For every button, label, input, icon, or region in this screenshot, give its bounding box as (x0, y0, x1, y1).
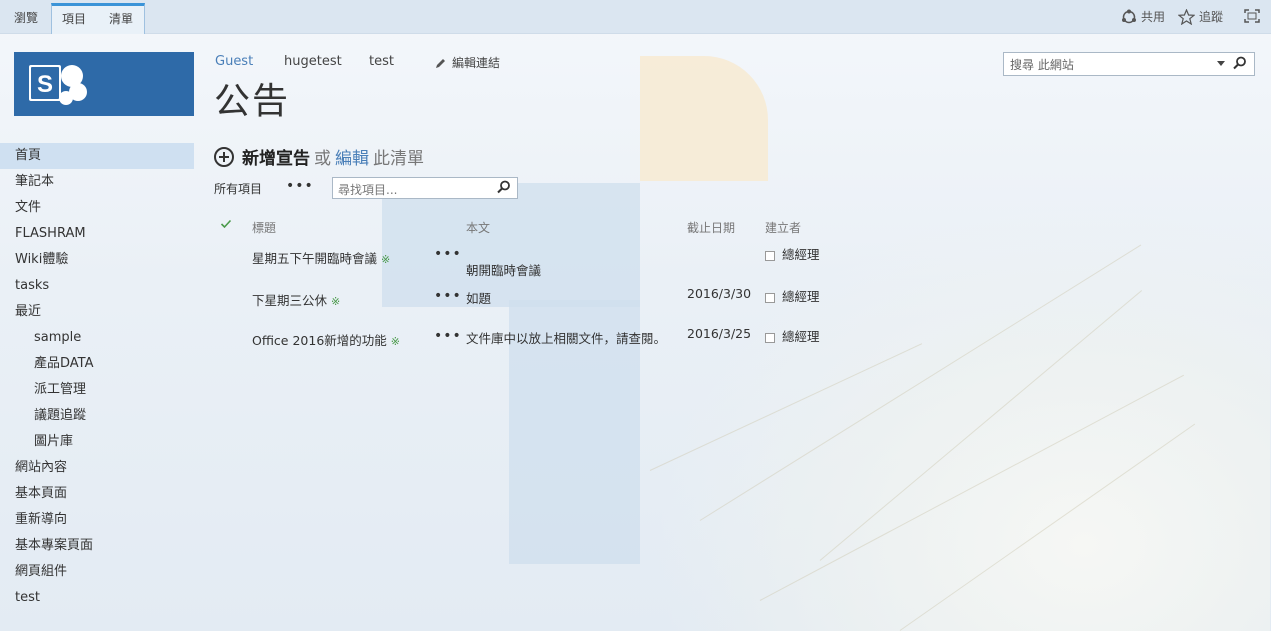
item-expires: 2016/3/30 (687, 286, 752, 301)
created-by-name: 總經理 (782, 329, 820, 344)
item-body: 文件庫中以放上相關文件，請查閱。 (466, 331, 667, 346)
sidebar-item[interactable]: 圖片庫 (0, 429, 194, 455)
suite-bar: 瀏覽 項目 清單 共用 追蹤 (0, 0, 1271, 34)
share-label: 共用 (1141, 10, 1166, 24)
item-title-text: Office 2016新增的功能 (252, 333, 387, 348)
svg-text:S: S (37, 71, 53, 98)
item-created-by[interactable]: 總經理 (765, 326, 820, 345)
sidebar-item[interactable]: 筆記本 (0, 169, 194, 195)
item-title-text: 下星期三公休 (252, 293, 328, 308)
select-all-check-icon[interactable] (220, 218, 232, 230)
item-body: 朝開臨時會議 (466, 263, 542, 278)
tab-items[interactable]: 項目 (52, 4, 96, 33)
this-list-text: 此清單 (373, 149, 424, 169)
sidebar-item[interactable]: FLASHRAM (0, 221, 194, 247)
item-expires: 2016/3/25 (687, 326, 752, 341)
item-title-text: 星期五下午開臨時會議 (252, 251, 378, 266)
view-more-button[interactable]: ••• (286, 178, 314, 194)
sidebar-item[interactable]: 網站內容 (0, 455, 194, 481)
view-all-items[interactable]: 所有項目 (214, 180, 262, 197)
column-header-title[interactable]: 標題 (252, 219, 276, 236)
new-announcement-link[interactable]: 新增宣告 (242, 144, 310, 169)
breadcrumb-guest[interactable]: Guest (215, 54, 253, 69)
item-title-link[interactable]: 下星期三公休 ※ (252, 290, 340, 309)
fullscreen-icon (1244, 9, 1260, 23)
item-title-link[interactable]: Office 2016新增的功能 ※ (252, 330, 400, 349)
item-menu-button[interactable]: ••• (434, 288, 462, 304)
follow-label: 追蹤 (1199, 10, 1224, 24)
breadcrumb-test[interactable]: test (369, 54, 394, 69)
sidebar-item[interactable]: Wiki體驗 (0, 247, 194, 273)
created-by-name: 總經理 (782, 247, 820, 262)
item-body: 如題 (466, 291, 492, 306)
star-icon (1178, 8, 1195, 25)
presence-checkbox (765, 332, 775, 343)
sidebar-item[interactable]: 最近 (0, 299, 194, 325)
new-item-badge: ※ (381, 253, 391, 266)
new-item-badge: ※ (390, 335, 400, 348)
column-header-expires[interactable]: 截止日期 (687, 219, 735, 236)
sidebar-item[interactable]: 基本頁面 (0, 481, 194, 507)
pencil-icon (436, 58, 445, 68)
sidebar-item[interactable]: 議題追蹤 (0, 403, 194, 429)
table-row: 下星期三公休 ※ ••• 如題 2016/3/30 總經理 (214, 286, 854, 318)
ribbon-tab-group: 項目 清單 (51, 3, 145, 34)
created-by-name: 總經理 (782, 289, 820, 304)
presence-checkbox (765, 292, 775, 303)
search-icon[interactable] (497, 180, 511, 194)
share-button[interactable]: 共用 (1121, 8, 1165, 25)
edit-list-link[interactable]: 編輯 (335, 144, 369, 169)
item-menu-button[interactable]: ••• (434, 328, 462, 344)
list-search-placeholder: 尋找項目... (338, 183, 398, 197)
edit-links-button[interactable]: 編輯連結 (435, 54, 500, 71)
sidebar-item[interactable]: 文件 (0, 195, 194, 221)
new-item-badge: ※ (331, 295, 341, 308)
item-created-by[interactable]: 總經理 (765, 286, 820, 305)
quick-launch: 首頁 筆記本 文件 FLASHRAM Wiki體驗 tasks 最近 sample 產品DATA… (0, 143, 194, 611)
or-text: 或 (314, 149, 331, 169)
table-row: Office 2016新增的功能 ※ ••• 文件庫中以放上相關文件，請查閱。 2016… (214, 326, 854, 358)
new-announcement-bar: 新增宣告 或 編輯 此清單 (214, 144, 424, 169)
sidebar-item[interactable]: 首頁 (0, 143, 194, 169)
edit-links-label: 編輯連結 (452, 56, 501, 70)
page-title: 公告 (214, 81, 291, 122)
tab-list[interactable]: 清單 (99, 4, 143, 33)
column-header-body[interactable]: 本文 (466, 219, 490, 236)
sharepoint-logo-icon: S (29, 65, 87, 105)
sidebar-item[interactable]: 派工管理 (0, 377, 194, 403)
sidebar-item[interactable]: 重新導向 (0, 507, 194, 533)
presence-checkbox (765, 250, 775, 261)
column-header-created-by[interactable]: 建立者 (765, 219, 801, 236)
focus-on-content-button[interactable] (1244, 9, 1260, 23)
tab-browse[interactable]: 瀏覽 (4, 3, 48, 32)
follow-button[interactable]: 追蹤 (1178, 8, 1223, 25)
sidebar-item[interactable]: 產品DATA (0, 351, 194, 377)
search-icon[interactable] (1233, 56, 1247, 70)
sidebar-item[interactable]: sample (0, 325, 194, 351)
sidebar-item[interactable]: 網頁組件 (0, 559, 194, 585)
item-created-by[interactable]: 總經理 (765, 244, 820, 263)
share-icon (1122, 9, 1136, 23)
site-search-placeholder: 搜尋 此網站 (1010, 58, 1074, 72)
sidebar-item[interactable]: tasks (0, 273, 194, 299)
item-title-link[interactable]: 星期五下午開臨時會議 ※ (252, 248, 390, 267)
chevron-down-icon[interactable] (1217, 61, 1225, 66)
add-icon[interactable] (214, 146, 234, 167)
sidebar-item[interactable]: 基本專案頁面 (0, 533, 194, 559)
sidebar-item[interactable]: test (0, 585, 194, 611)
site-search-box[interactable]: 搜尋 此網站 (1003, 52, 1255, 76)
site-logo[interactable]: S (14, 52, 194, 116)
list-search-box[interactable]: 尋找項目... (332, 177, 518, 199)
table-row: 星期五下午開臨時會議 ※ ••• 朝開臨時會議 總經理 (214, 244, 854, 278)
breadcrumb-hugetest[interactable]: hugetest (284, 54, 342, 69)
item-menu-button[interactable]: ••• (434, 246, 462, 262)
